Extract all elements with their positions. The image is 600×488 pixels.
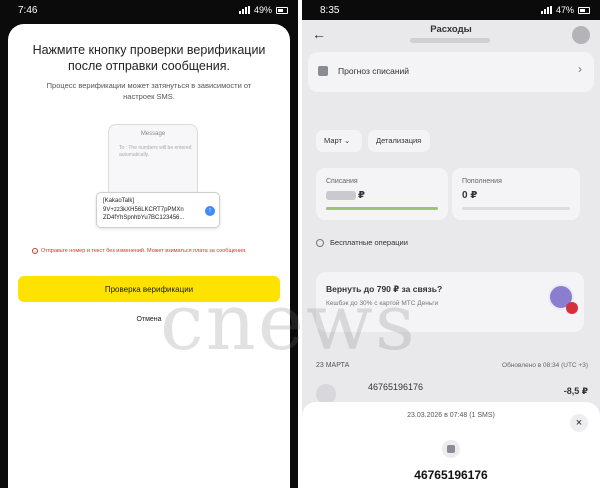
spending-tile[interactable]: Списания ₽ — [316, 168, 448, 220]
signal-icon — [238, 6, 250, 14]
signal-icon — [540, 6, 552, 14]
close-icon[interactable]: × — [570, 414, 588, 432]
chevron-right-icon: › — [578, 62, 582, 76]
transaction-sheet: 23.03.2026 в 07:48 (1 SMS) × 46765196176 — [302, 402, 600, 488]
spending-progress-fill — [326, 207, 438, 210]
free-operations-label: Бесплатные операции — [330, 238, 408, 247]
verification-sheet: Нажмите кнопку проверки верификации посл… — [8, 24, 290, 488]
hidden-amount — [326, 190, 356, 200]
details-button[interactable]: Детализация — [368, 130, 430, 152]
transaction-number[interactable]: 46765196176 — [368, 382, 423, 392]
status-time: 7:46 — [18, 4, 38, 16]
status-icons: 49% — [238, 5, 288, 15]
free-operations-toggle[interactable]: Бесплатные операции — [316, 238, 408, 247]
top-bar: ← Расходы — [302, 20, 600, 48]
month-label: Март — [324, 136, 342, 145]
topup-label: Пополнения — [462, 178, 502, 185]
phone-right: 8:35 47% ← Расходы Прогноз списаний › Ма… — [302, 0, 600, 488]
promo-title: Вернуть до 790 ₽ за связь? — [326, 284, 443, 294]
info-icon: ! — [32, 248, 38, 254]
code-line: 9V+zz3kXH56LKCRT7pPMXn — [103, 206, 184, 213]
spending-currency: ₽ — [358, 190, 365, 201]
chevron-down-icon: ⌄ — [344, 136, 351, 145]
status-time: 8:35 — [320, 4, 340, 16]
spending-label: Списания — [326, 178, 358, 185]
sheet-datetime: 23.03.2026 в 07:48 (1 SMS) — [407, 412, 495, 419]
illustration-header: Message — [140, 131, 166, 137]
sms-icon — [316, 384, 336, 404]
mts-badge-icon — [566, 302, 578, 314]
warning-note: ! Отправьте номер и текст без изменений.… — [32, 248, 274, 254]
spending-progress — [326, 207, 438, 210]
status-bar: 8:35 47% — [302, 0, 600, 20]
code-line: [KakaoTalk] — [103, 198, 135, 204]
calendar-icon — [318, 66, 328, 76]
avatar[interactable] — [572, 26, 590, 44]
forecast-card[interactable]: Прогноз списаний › — [308, 52, 594, 92]
hidden-phone-number — [410, 38, 490, 43]
warning-text: Отправьте номер и текст без изменений. М… — [41, 248, 247, 254]
status-bar: 7:46 49% — [0, 0, 298, 20]
spending-value: ₽ — [326, 190, 365, 201]
sms-code-card: [KakaoTalk] 9V+zz3kXH56LKCRT7pPMXn ZD4fY… — [96, 192, 220, 228]
verify-button[interactable]: Проверка верификации — [18, 276, 280, 302]
section-date: 23 МАРТА — [316, 362, 350, 369]
verification-title: Нажмите кнопку проверки верификации посл… — [32, 43, 266, 73]
status-battery-text: 49% — [253, 5, 272, 15]
status-icons: 47% — [540, 5, 590, 15]
topup-progress — [462, 207, 570, 210]
forecast-label: Прогноз списаний — [338, 66, 410, 76]
promo-card[interactable]: Вернуть до 790 ₽ за связь? Кешбэк до 30%… — [316, 272, 584, 332]
topup-tile[interactable]: Пополнения 0 ₽ — [452, 168, 580, 220]
promo-subtitle: Кешбэк до 30% с картой МТС Деньги — [326, 300, 439, 307]
transaction-amount: -8,5 ₽ — [563, 386, 588, 396]
phone-left: 7:46 49% Нажмите кнопку проверки верифик… — [0, 0, 298, 488]
status-battery-text: 47% — [555, 5, 574, 15]
code-line: ZD4fYhSpnhbYu7BC123456... — [103, 215, 185, 221]
sms-icon — [442, 440, 460, 458]
send-arrow-icon: ↑ — [205, 206, 215, 216]
page-title: Расходы — [430, 24, 472, 35]
topup-value: 0 ₽ — [462, 190, 478, 201]
updated-text: Обновлено в 08:34 (UTC +3) — [502, 362, 588, 369]
radio-icon[interactable] — [316, 238, 324, 247]
illustration-to-line: To : The numbers will be entered automat… — [119, 145, 192, 158]
battery-icon — [276, 6, 288, 14]
battery-icon — [578, 6, 590, 14]
month-selector[interactable]: Март ⌄ — [316, 130, 362, 152]
sheet-number: 46765196176 — [414, 468, 488, 482]
verification-subtitle: Процесс верификации может затянуться в з… — [46, 81, 252, 101]
cancel-button[interactable]: Отмена — [8, 316, 290, 323]
